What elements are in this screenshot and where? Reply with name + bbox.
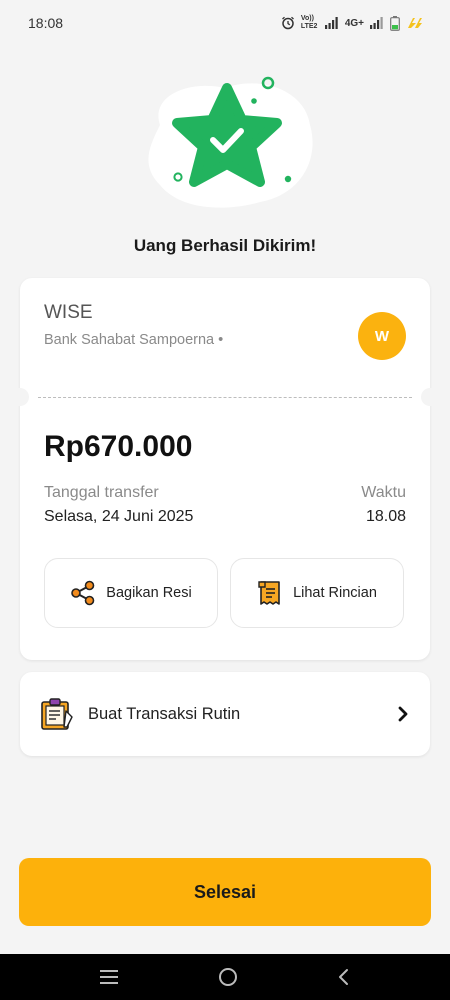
transfer-time-value: 18.08 xyxy=(365,508,406,525)
transfer-amount: Rp670.000 xyxy=(44,430,193,463)
signal-icon xyxy=(324,17,338,29)
status-bar: 18:08 Vo)) LTE2 4G+ xyxy=(0,0,450,46)
signal-icon-2 xyxy=(370,17,383,29)
share-receipt-label: Bagikan Resi xyxy=(106,585,192,601)
status-icons: Vo)) LTE2 4G+ xyxy=(281,15,422,31)
transfer-date-label: Tanggal transfer xyxy=(44,484,159,501)
signal-label: 4G+ xyxy=(344,17,364,29)
share-receipt-button[interactable]: Bagikan Resi xyxy=(44,558,218,628)
card-notch-right xyxy=(421,388,439,406)
home-icon[interactable] xyxy=(217,966,239,988)
divider xyxy=(38,397,412,398)
chevron-right-icon xyxy=(398,706,408,722)
back-icon[interactable] xyxy=(336,967,352,987)
battery-icon xyxy=(390,15,400,31)
success-star-icon xyxy=(148,76,313,208)
recipient-avatar: W xyxy=(358,312,406,360)
receipt-icon xyxy=(258,581,280,605)
view-details-button[interactable]: Lihat Rincian xyxy=(230,558,404,628)
alarm-icon xyxy=(281,16,294,30)
menu-icon[interactable] xyxy=(98,968,120,986)
system-nav-bar xyxy=(0,954,450,1000)
routine-transaction-row[interactable]: Buat Transaksi Rutin xyxy=(20,672,430,756)
recipient-name: WISE xyxy=(44,302,93,323)
transfer-date-value: Selasa, 24 Juni 2025 xyxy=(44,508,194,525)
share-icon xyxy=(71,580,95,606)
charging-icon xyxy=(408,18,422,28)
routine-transaction-label: Buat Transaksi Rutin xyxy=(88,704,241,723)
network-label: Vo)) LTE2 xyxy=(300,15,318,30)
receipt-card: WISE Bank Sahabat Sampoerna • W Rp670.00… xyxy=(11,278,439,660)
done-button[interactable]: Selesai xyxy=(19,858,431,926)
view-details-label: Lihat Rincian xyxy=(293,585,377,601)
success-title: Uang Berhasil Dikirim! xyxy=(133,236,317,255)
card-notch-left xyxy=(11,388,29,406)
success-illustration xyxy=(130,70,320,215)
clipboard-icon xyxy=(41,698,73,730)
transfer-time-label: Waktu xyxy=(361,484,406,501)
status-time: 18:08 xyxy=(28,15,64,31)
recipient-bank: Bank Sahabat Sampoerna • xyxy=(44,332,224,348)
